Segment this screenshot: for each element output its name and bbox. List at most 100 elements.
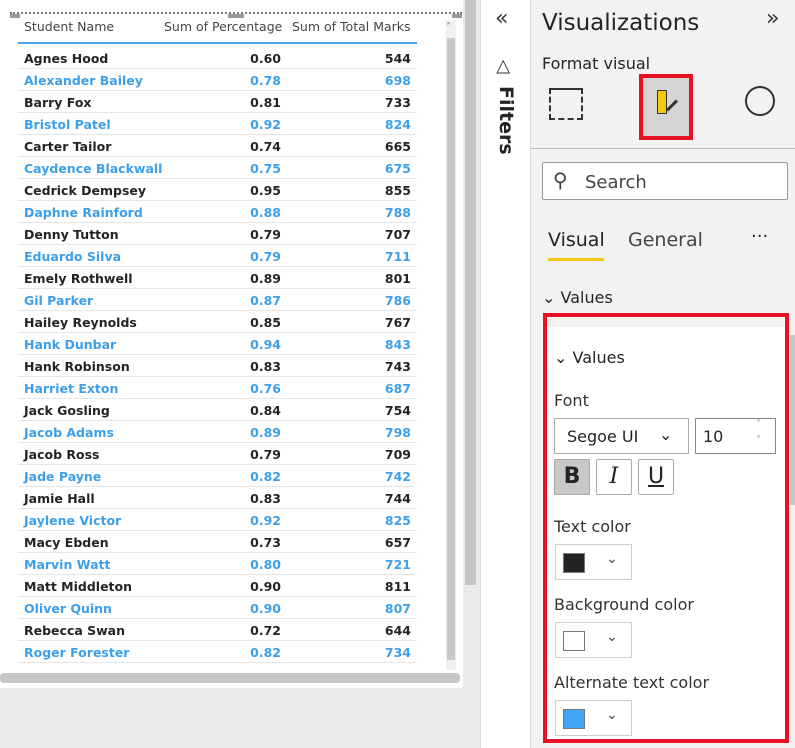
total-marks-cell: 721 xyxy=(384,557,411,572)
total-marks-cell: 743 xyxy=(384,359,411,374)
total-marks-cell: 824 xyxy=(384,117,411,132)
font-size-stepper[interactable]: 10 ˄ ˅ xyxy=(695,418,776,454)
total-marks-cell: 788 xyxy=(384,205,411,220)
total-marks-cell: 786 xyxy=(384,293,411,308)
table-scroll-thumb[interactable] xyxy=(447,38,455,660)
table-row[interactable]: Eduardo Silva 0.79 711 xyxy=(18,245,417,267)
scroll-up-icon[interactable]: ˄ xyxy=(446,22,451,33)
col-header-marks[interactable]: Sum of Total Marks xyxy=(292,19,411,34)
total-marks-cell: 855 xyxy=(384,183,411,198)
font-family-select[interactable]: Segoe UI ⌄ xyxy=(554,418,689,454)
viz-title: Visualizations xyxy=(542,10,700,36)
table-row[interactable]: Jamie Hall 0.83 744 xyxy=(18,487,417,509)
bold-button[interactable]: B xyxy=(554,459,590,495)
search-input[interactable]: ⚲ Search xyxy=(542,162,788,200)
table-row[interactable]: Hank Robinson 0.83 743 xyxy=(18,355,417,377)
analytics-icon[interactable] xyxy=(745,86,775,116)
table-row[interactable]: Jacob Adams 0.89 798 xyxy=(18,421,417,443)
percentage-cell: 0.90 xyxy=(250,579,281,594)
values-section-header[interactable]: ⌄ Values xyxy=(542,288,613,307)
alternate-text-color-swatch xyxy=(563,709,585,729)
search-placeholder: Search xyxy=(585,172,647,193)
total-marks-cell: 698 xyxy=(384,73,411,88)
percentage-cell: 0.75 xyxy=(250,161,281,176)
alternate-text-color-label: Alternate text color xyxy=(554,673,710,692)
table-row[interactable]: Marvin Watt 0.80 721 xyxy=(18,553,417,575)
table-row[interactable]: Carter Tailor 0.74 665 xyxy=(18,135,417,157)
table-row[interactable]: Jack Gosling 0.84 754 xyxy=(18,399,417,421)
stepper-down-icon[interactable]: ˅ xyxy=(756,435,761,446)
pane-scrollbar[interactable] xyxy=(790,335,795,505)
canvas-hscrollbar[interactable] xyxy=(0,673,460,683)
table-row[interactable]: Bristol Patel 0.92 824 xyxy=(18,113,417,135)
values-subsection-header[interactable]: ⌄ Values xyxy=(554,348,625,367)
text-color-swatch xyxy=(563,553,585,573)
percentage-cell: 0.83 xyxy=(250,491,281,506)
more-options-icon[interactable]: ··· xyxy=(751,226,768,247)
student-name: Emely Rothwell xyxy=(24,271,133,286)
filters-pane: « ◁ Filters xyxy=(480,0,531,748)
table-row[interactable]: Cedrick Dempsey 0.95 855 xyxy=(18,179,417,201)
build-visual-icon[interactable] xyxy=(549,88,583,120)
total-marks-cell: 825 xyxy=(384,513,411,528)
table-row[interactable]: Denny Tutton 0.79 707 xyxy=(18,223,417,245)
text-color-picker[interactable]: ⌄ xyxy=(555,544,632,580)
alternate-text-color-picker[interactable]: ⌄ xyxy=(555,700,632,736)
student-name: Oliver Quinn xyxy=(24,601,112,616)
table-row[interactable]: Agnes Hood 0.60 544 xyxy=(18,47,417,69)
table-row[interactable]: Harriet Exton 0.76 687 xyxy=(18,377,417,399)
percentage-cell: 0.94 xyxy=(250,337,281,352)
student-name: Roger Forester xyxy=(24,645,130,660)
student-name: Macy Ebden xyxy=(24,535,109,550)
student-name: Alexander Bailey xyxy=(24,73,143,88)
table-row[interactable]: Barry Fox 0.81 733 xyxy=(18,91,417,113)
total-marks-cell: 801 xyxy=(384,271,411,286)
table-row[interactable]: Gil Parker 0.87 786 xyxy=(18,289,417,311)
background-color-picker[interactable]: ⌄ xyxy=(555,622,632,658)
percentage-cell: 0.74 xyxy=(250,139,281,154)
table-row[interactable]: Jade Payne 0.82 742 xyxy=(18,465,417,487)
values-subsection-label: Values xyxy=(572,348,625,367)
table-row[interactable]: Jaylene Victor 0.92 825 xyxy=(18,509,417,531)
student-name: Rebecca Swan xyxy=(24,623,126,638)
total-marks-cell: 744 xyxy=(384,491,411,506)
table-row[interactable]: Caydence Blackwall 0.75 675 xyxy=(18,157,417,179)
percentage-cell: 0.73 xyxy=(250,535,281,550)
filters-label[interactable]: Filters xyxy=(495,86,517,155)
percentage-cell: 0.72 xyxy=(250,623,281,638)
table-row[interactable]: Matt Middleton 0.90 811 xyxy=(18,575,417,597)
text-color-label: Text color xyxy=(554,517,631,536)
table-row[interactable]: Emely Rothwell 0.89 801 xyxy=(18,267,417,289)
student-name: Marvin Watt xyxy=(24,557,111,572)
chevron-down-icon: ⌄ xyxy=(606,629,618,645)
table-row[interactable]: Hank Dunbar 0.94 843 xyxy=(18,333,417,355)
paintbrush-icon xyxy=(657,90,667,114)
table-row[interactable]: Oliver Quinn 0.90 807 xyxy=(18,597,417,619)
col-header-percentage[interactable]: Sum of Percentage xyxy=(164,19,282,34)
student-name: Gil Parker xyxy=(24,293,94,308)
expand-icon[interactable]: » xyxy=(766,6,779,31)
underline-button[interactable]: U xyxy=(638,459,674,495)
canvas-scrollbar[interactable] xyxy=(465,0,476,585)
tab-visual[interactable]: Visual xyxy=(548,229,605,251)
student-name: Eduardo Silva xyxy=(24,249,122,264)
background-color-label: Background color xyxy=(554,595,694,614)
resize-handle[interactable] xyxy=(452,14,462,18)
total-marks-cell: 711 xyxy=(384,249,411,264)
col-header-name[interactable]: Student Name xyxy=(24,19,114,34)
table-row[interactable]: Hailey Reynolds 0.85 767 xyxy=(18,311,417,333)
student-name: Jaylene Victor xyxy=(24,513,122,528)
table-row[interactable]: Rebecca Swan 0.72 644 xyxy=(18,619,417,641)
table-row[interactable]: Macy Ebden 0.73 657 xyxy=(18,531,417,553)
student-name: Hank Robinson xyxy=(24,359,130,374)
format-visual-tab[interactable] xyxy=(639,74,693,140)
italic-button[interactable]: I xyxy=(596,459,632,495)
table-row[interactable]: Roger Forester 0.82 734 xyxy=(18,641,417,663)
table-row[interactable]: Daphne Rainford 0.88 788 xyxy=(18,201,417,223)
table-row[interactable]: Jacob Ross 0.79 709 xyxy=(18,443,417,465)
table-row[interactable]: Alexander Bailey 0.78 698 xyxy=(18,69,417,91)
collapse-filters-icon[interactable]: « xyxy=(495,6,508,31)
tab-general[interactable]: General xyxy=(628,229,703,251)
stepper-up-icon[interactable]: ˄ xyxy=(756,419,761,430)
student-name: Jacob Ross xyxy=(24,447,100,462)
